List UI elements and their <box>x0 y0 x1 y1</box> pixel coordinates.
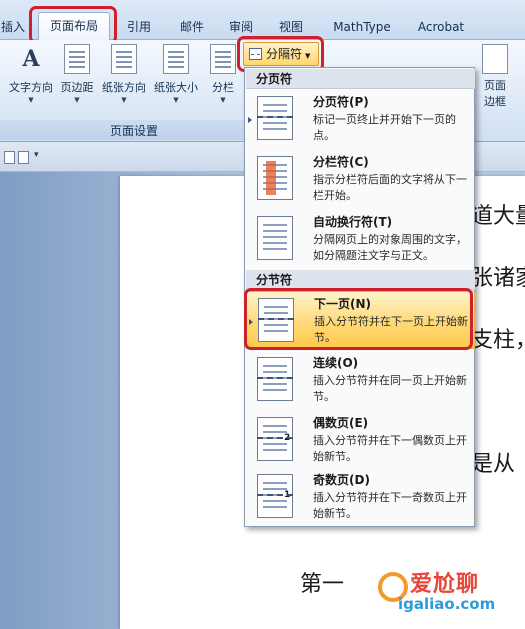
document-text-line: 道大量 <box>471 204 525 229</box>
ribbon-tab-bar: 插入 页面布局 引用 邮件 审阅 视图 MathType Acrobat <box>0 0 525 41</box>
menu-item-description: 分隔网页上的对象周围的文字，如分隔题注文字与正文。 <box>313 233 467 262</box>
menu-item-title: 连续(O) <box>313 356 359 370</box>
column-break-icon <box>257 156 293 200</box>
continuous-break-icon <box>257 357 293 401</box>
menu-item-column-break[interactable]: 分栏符(C) 指示分栏符后面的文字将从下一栏开始。 <box>246 150 475 208</box>
tab-insert[interactable]: 插入 <box>0 14 26 40</box>
chevron-down-icon: ▼ <box>28 96 34 104</box>
menu-item-continuous[interactable]: 连续(O) 插入分节符并在同一页上开始新节。 <box>246 351 475 409</box>
chevron-down-icon: ▼ <box>220 96 226 104</box>
tab-acrobat[interactable]: Acrobat <box>412 14 470 40</box>
page-break-icon <box>257 96 293 140</box>
document-text-line: 张诸家 <box>471 266 525 291</box>
margins-button[interactable]: 页边距 ▼ <box>57 44 97 104</box>
document-text-line: 第一 <box>300 572 345 597</box>
text-direction-icon: A <box>22 46 40 72</box>
orientation-button[interactable]: 纸张方向 ▼ <box>99 44 149 104</box>
page-setup-group-label: 页面设置 <box>110 124 159 138</box>
breaks-icon <box>249 48 262 60</box>
watermark-text: 爱尬聊 <box>410 572 480 597</box>
chevron-down-icon: ▼ <box>74 96 80 104</box>
page-breaks-header: 分页符 <box>246 69 475 89</box>
odd-page-break-icon: 1 <box>257 474 293 518</box>
page-borders-label-line2: 边框 <box>484 95 506 108</box>
odd-page-number: 1 <box>282 490 293 500</box>
page-size-button[interactable]: 纸张大小 ▼ <box>151 44 201 104</box>
margins-icon <box>64 44 90 74</box>
page-size-label: 纸张大小 <box>154 81 198 94</box>
chevron-down-icon[interactable]: ▾ <box>34 150 39 160</box>
next-page-break-icon <box>258 298 294 342</box>
breaks-button[interactable]: 分隔符 ▼ <box>243 42 319 66</box>
menu-item-title: 分栏符(C) <box>313 155 369 169</box>
chevron-down-icon: ▼ <box>305 52 311 60</box>
page-borders-button[interactable]: 页面 边框 <box>470 44 520 109</box>
chevron-down-icon: ▼ <box>173 96 179 104</box>
margins-label: 页边距 <box>60 81 94 94</box>
chevron-down-icon: ▼ <box>121 96 127 104</box>
page-borders-icon <box>482 44 508 74</box>
menu-item-description: 插入分节符并在同一页上开始新节。 <box>313 374 467 403</box>
page-borders-label-line1: 页面 <box>484 79 506 92</box>
document-text-line: 支柱， <box>471 328 525 353</box>
columns-icon <box>210 44 236 74</box>
menu-item-description: 指示分栏符后面的文字将从下一栏开始。 <box>313 173 467 202</box>
page-size-icon <box>163 44 189 74</box>
orientation-icon <box>111 44 137 74</box>
tab-mailings[interactable]: 邮件 <box>172 14 212 40</box>
tab-review[interactable]: 审阅 <box>224 14 258 40</box>
pointer-arrow-icon <box>249 319 253 325</box>
watermark-url: igaliao.com <box>398 595 496 613</box>
text-direction-label: 文字方向 <box>9 81 53 94</box>
menu-item-odd-page[interactable]: 1 奇数页(D) 插入分节符并在下一奇数页上开始新节。 <box>246 468 475 526</box>
document-icon[interactable] <box>4 151 15 164</box>
menu-item-text-wrapping-break[interactable]: 自动换行符(T) 分隔网页上的对象周围的文字，如分隔题注文字与正文。 <box>246 210 475 268</box>
tab-mathtype[interactable]: MathType <box>328 14 396 40</box>
even-page-number: 2 <box>282 433 293 443</box>
text-wrapping-break-icon <box>257 216 293 260</box>
tab-page-layout[interactable]: 页面布局 <box>38 12 110 41</box>
menu-item-next-page[interactable]: 下一页(N) 插入分节符并在下一页上开始新节。 <box>246 291 475 349</box>
menu-item-title: 下一页(N) <box>314 297 372 311</box>
menu-item-even-page[interactable]: 2 偶数页(E) 插入分节符并在下一偶数页上开始新节。 <box>246 411 475 469</box>
even-page-break-icon: 2 <box>257 417 293 461</box>
section-breaks-header: 分节符 <box>246 270 475 290</box>
menu-item-page-break[interactable]: 分页符(P) 标记一页终止并开始下一页的点。 <box>246 90 475 148</box>
menu-item-description: 插入分节符并在下一奇数页上开始新节。 <box>313 491 467 520</box>
menu-item-title: 自动换行符(T) <box>313 215 393 229</box>
tab-references[interactable]: 引用 <box>120 14 158 40</box>
columns-label: 分栏 <box>212 81 234 94</box>
menu-item-title: 分页符(P) <box>313 95 369 109</box>
breaks-dropdown-menu: 分页符 分页符(P) 标记一页终止并开始下一页的点。 分栏符(C) 指示分栏符后… <box>244 67 475 527</box>
document-text-line: 是从 <box>471 452 516 477</box>
text-direction-button[interactable]: A 文字方向 ▼ <box>6 44 56 104</box>
new-document-icon[interactable] <box>18 151 29 164</box>
menu-item-description: 插入分节符并在下一页上开始新节。 <box>314 315 468 344</box>
menu-item-description: 标记一页终止并开始下一页的点。 <box>313 113 456 142</box>
columns-button[interactable]: 分栏 ▼ <box>206 44 240 104</box>
menu-item-description: 插入分节符并在下一偶数页上开始新节。 <box>313 434 467 463</box>
menu-item-title: 偶数页(E) <box>313 416 369 430</box>
breaks-label: 分隔符 <box>266 47 303 61</box>
menu-item-title: 奇数页(D) <box>313 473 370 487</box>
pointer-arrow-icon <box>248 117 252 123</box>
orientation-label: 纸张方向 <box>102 81 146 94</box>
tab-view[interactable]: 视图 <box>274 14 308 40</box>
